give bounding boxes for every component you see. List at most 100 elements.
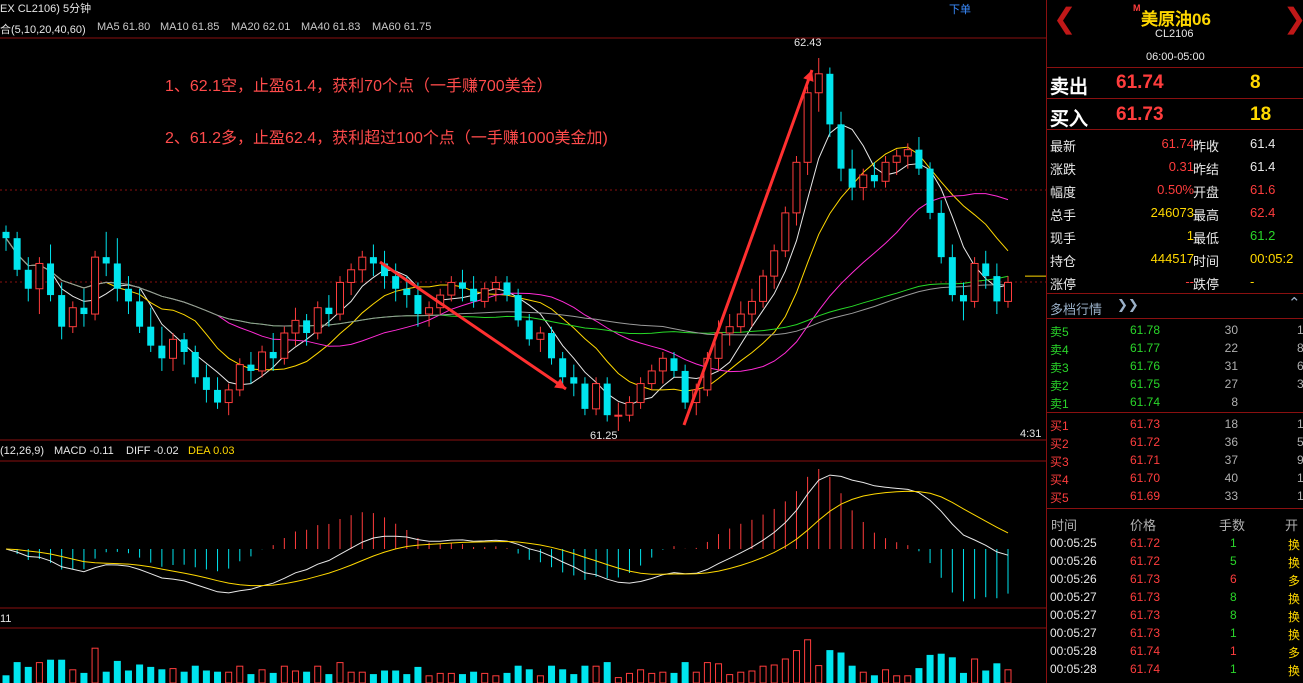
ask-level-label: 卖2	[1050, 379, 1069, 393]
ask-level-row[interactable]: 卖4 61.77 22 8	[1047, 339, 1303, 357]
candle-body	[491, 281, 500, 290]
volume-bar	[882, 669, 890, 683]
volume-bar	[58, 659, 66, 683]
volume-bar	[592, 665, 600, 683]
bid-level-qty: 33	[1224, 489, 1238, 503]
kline-chart-area[interactable]: EX CL2106) 5分钟 下单 合(5,10,20,40,60) MA5 6…	[0, 0, 1046, 683]
order-link[interactable]: 下单	[949, 1, 971, 17]
ma5-line	[5, 123, 1009, 406]
collapse-up-icon[interactable]: ⌃	[1288, 294, 1301, 312]
bid-level-row[interactable]: 买1 61.73 18 1	[1047, 415, 1303, 433]
quote-stat-label: 总手	[1050, 208, 1077, 223]
volume-bar	[458, 674, 466, 683]
ask-level-price: 61.76	[1130, 359, 1161, 373]
volume-bar	[770, 664, 778, 683]
volume-bar	[236, 665, 244, 683]
depth-title[interactable]: 多档行情	[1050, 299, 1102, 318]
ask-level-row[interactable]: 卖5 61.78 30 1	[1047, 321, 1303, 339]
candle-body	[803, 92, 812, 163]
bid-level-label: 买2	[1050, 437, 1069, 451]
trade-row: 00:05:27 61.73 8 换	[1047, 588, 1303, 606]
trade-row: 00:05:26 61.73 6 多	[1047, 570, 1303, 588]
volume-bar	[548, 665, 556, 683]
trade-time: 00:05:26	[1050, 572, 1097, 586]
candle-body	[670, 358, 678, 371]
quote-stat-row: 涨停 -- 跌停 -	[1047, 270, 1303, 293]
bid-qty: 18	[1250, 104, 1272, 125]
volume-bar	[804, 639, 812, 683]
volume-bar	[369, 674, 377, 683]
candle-body	[68, 307, 77, 328]
bid-level-qty: 36	[1224, 435, 1238, 449]
candle-body	[336, 281, 344, 315]
quote-stat-value: 62.4	[1250, 205, 1276, 220]
volume-bar	[258, 669, 266, 683]
ma-params-label: 合(5,10,20,40,60)	[0, 24, 86, 36]
volume-bar	[637, 669, 645, 683]
ask-level-extra: 3	[1297, 377, 1303, 391]
candle-body	[13, 238, 21, 270]
ask-level-label: 卖4	[1050, 343, 1069, 357]
chart-canvas[interactable]	[0, 0, 1046, 683]
bid-level-row[interactable]: 买2 61.72 36 5	[1047, 433, 1303, 451]
ask-level-row[interactable]: 卖3 61.76 31 6	[1047, 357, 1303, 375]
bid-price[interactable]: 61.73	[1116, 104, 1164, 126]
ask-qty: 8	[1250, 72, 1261, 93]
candle-body	[881, 161, 890, 182]
prev-instrument-arrow[interactable]: ❮	[1053, 2, 1076, 35]
macd-params: (12,26,9)	[0, 445, 45, 457]
trade-type: 换	[1288, 610, 1301, 624]
bid-level-row[interactable]: 买3 61.71 37 9	[1047, 451, 1303, 469]
quote-stat-value: 61.6	[1250, 182, 1276, 197]
candle-body	[859, 174, 868, 189]
trade-row: 00:05:26 61.72 5 换	[1047, 552, 1303, 570]
trade-row: 00:05:27 61.73 1 换	[1047, 624, 1303, 642]
short-trade-arrow	[379, 260, 567, 391]
trade-price: 61.73	[1130, 608, 1161, 622]
candle-body	[224, 389, 233, 404]
volume-bar	[982, 670, 990, 683]
bid-level-qty: 37	[1224, 453, 1238, 467]
volume-bar	[904, 675, 912, 683]
ask-level-row[interactable]: 卖2 61.75 27 3	[1047, 375, 1303, 393]
expand-chevron-icon[interactable]: ❯❯	[1117, 297, 1139, 313]
volume-bar	[948, 657, 956, 683]
volume-bar	[614, 677, 622, 683]
bid-level-price: 61.72	[1130, 435, 1161, 449]
ma5-value: MA5 61.80	[97, 21, 151, 33]
volume-bar	[971, 658, 979, 683]
trading-session: 06:00-05:00	[1146, 51, 1205, 63]
trade-qty: 8	[1230, 608, 1237, 622]
quote-stat-value: 61.2	[1250, 228, 1276, 243]
volume-bar	[358, 671, 366, 683]
volume-bar	[403, 674, 411, 683]
ask-price[interactable]: 61.74	[1116, 72, 1164, 94]
quote-stat-label: 现手	[1050, 231, 1077, 246]
candle-body	[113, 263, 121, 289]
quote-stat-value: 61.4	[1250, 136, 1276, 151]
candle-body	[837, 124, 845, 169]
volume-bar	[347, 671, 355, 683]
trade-type: 换	[1288, 628, 1301, 642]
volume-bar	[136, 664, 144, 683]
candle-body	[759, 275, 768, 302]
ask-level-price: 61.78	[1130, 323, 1161, 337]
quote-panel: ❮ ❯ M 美原油06 CL2106 06:00-05:00 卖出 61.74 …	[1046, 0, 1303, 683]
volume-bar	[381, 670, 389, 683]
candle-body	[625, 402, 634, 416]
bid-level-row[interactable]: 买4 61.70 40 13	[1047, 469, 1303, 487]
candle-body	[970, 262, 979, 302]
quote-stat-row: 现手 1 最低 61.2	[1047, 224, 1303, 247]
candle-body	[926, 168, 934, 213]
next-instrument-arrow[interactable]: ❯	[1283, 2, 1303, 35]
trade-price: 61.72	[1130, 536, 1161, 550]
ask-level-row[interactable]: 卖1 61.74 8	[1047, 393, 1303, 411]
candle-body	[792, 161, 801, 214]
trade-type: 多	[1288, 574, 1301, 588]
trade-time: 00:05:28	[1050, 644, 1097, 658]
bid-level-row[interactable]: 买5 61.69 33 16	[1047, 487, 1303, 505]
trade-row: 00:05:27 61.73 8 换	[1047, 606, 1303, 624]
volume-bar	[703, 662, 711, 683]
candle-body	[258, 351, 267, 372]
volume-bar	[514, 665, 522, 683]
